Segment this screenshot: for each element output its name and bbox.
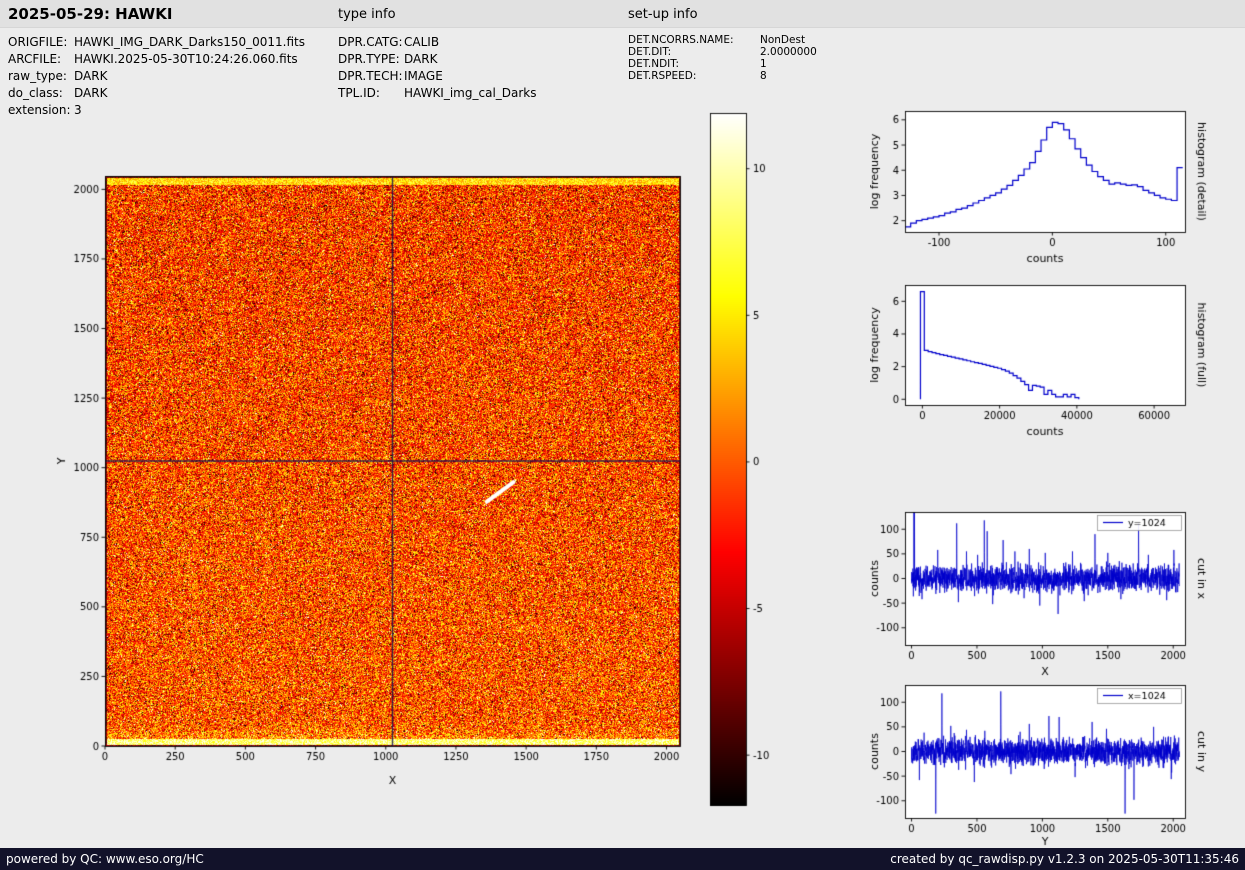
meta-value: HAWKI_IMG_DARK_Darks150_0011.fits — [74, 35, 305, 49]
meta-value: HAWKI.2025-05-30T10:24:26.060.fits — [74, 52, 298, 66]
footer-left-text: powered by QC: www.eso.org/HC — [6, 852, 204, 866]
meta-key: DET.RSPEED: — [628, 70, 697, 82]
meta-value: 8 — [760, 70, 767, 82]
type-info-heading: type info — [338, 7, 396, 22]
meta-value: DARK — [404, 52, 438, 66]
meta-key: DET.DIT: — [628, 46, 672, 58]
meta-row: raw_type: DARK — [8, 68, 305, 85]
meta-row: DET.NCORRS.NAME: NonDest — [628, 34, 817, 46]
meta-row: ARCFILE: HAWKI.2025-05-30T10:24:26.060.fi… — [8, 51, 305, 68]
file-metadata: ORIGFILE: HAWKI_IMG_DARK_Darks150_0011.fi… — [8, 34, 305, 119]
histogram-full-plot — [870, 275, 1215, 455]
meta-row: DPR.TYPE: DARK — [338, 51, 537, 68]
footer-bar: powered by QC: www.eso.org/HC created by… — [0, 848, 1245, 870]
meta-key: DPR.TYPE: — [338, 52, 400, 66]
meta-key: ARCFILE: — [8, 52, 62, 66]
meta-row: DET.DIT: 2.0000000 — [628, 46, 817, 58]
setup-info-heading: set-up info — [628, 7, 698, 22]
histogram-detail-plot — [870, 100, 1215, 285]
meta-value: HAWKI_img_cal_Darks — [404, 86, 537, 100]
meta-key: DET.NDIT: — [628, 58, 680, 70]
meta-key: DET.NCORRS.NAME: — [628, 34, 734, 46]
meta-key: TPL.ID: — [338, 86, 380, 100]
meta-row: ORIGFILE: HAWKI_IMG_DARK_Darks150_0011.fi… — [8, 34, 305, 51]
meta-value: DARK — [74, 86, 108, 100]
meta-value: CALIB — [404, 35, 440, 49]
meta-row: do_class: DARK — [8, 85, 305, 102]
page-title: 2025-05-29: HAWKI — [8, 5, 173, 23]
cut-in-y-plot — [870, 670, 1215, 865]
meta-row: DPR.CATG: CALIB — [338, 34, 537, 51]
cut-in-x-plot — [870, 498, 1215, 690]
meta-value: 2.0000000 — [760, 46, 817, 58]
dark-frame-image-plot — [40, 108, 700, 808]
meta-row: DET.RSPEED: 8 — [628, 70, 817, 82]
meta-row: TPL.ID: HAWKI_img_cal_Darks — [338, 85, 537, 102]
setup-info-metadata: DET.NCORRS.NAME: NonDest DET.DIT: 2.000000… — [628, 34, 817, 82]
meta-value: 1 — [760, 58, 767, 70]
meta-key: DPR.TECH: — [338, 69, 403, 83]
meta-value: IMAGE — [404, 69, 443, 83]
type-info-metadata: DPR.CATG: CALIB DPR.TYPE: DARK DPR.TECH: IM… — [338, 34, 537, 102]
header-bar: 2025-05-29: HAWKI type info set-up info — [0, 0, 1245, 28]
meta-key: raw_type: — [8, 69, 67, 83]
meta-row: DPR.TECH: IMAGE — [338, 68, 537, 85]
footer-right-text: created by qc_rawdisp.py v1.2.3 on 2025-… — [890, 852, 1239, 866]
colorbar — [700, 105, 780, 820]
meta-row: DET.NDIT: 1 — [628, 58, 817, 70]
meta-value: DARK — [74, 69, 108, 83]
meta-key: DPR.CATG: — [338, 35, 403, 49]
meta-value: NonDest — [760, 34, 806, 46]
meta-key: ORIGFILE: — [8, 35, 68, 49]
meta-key: do_class: — [8, 86, 63, 100]
